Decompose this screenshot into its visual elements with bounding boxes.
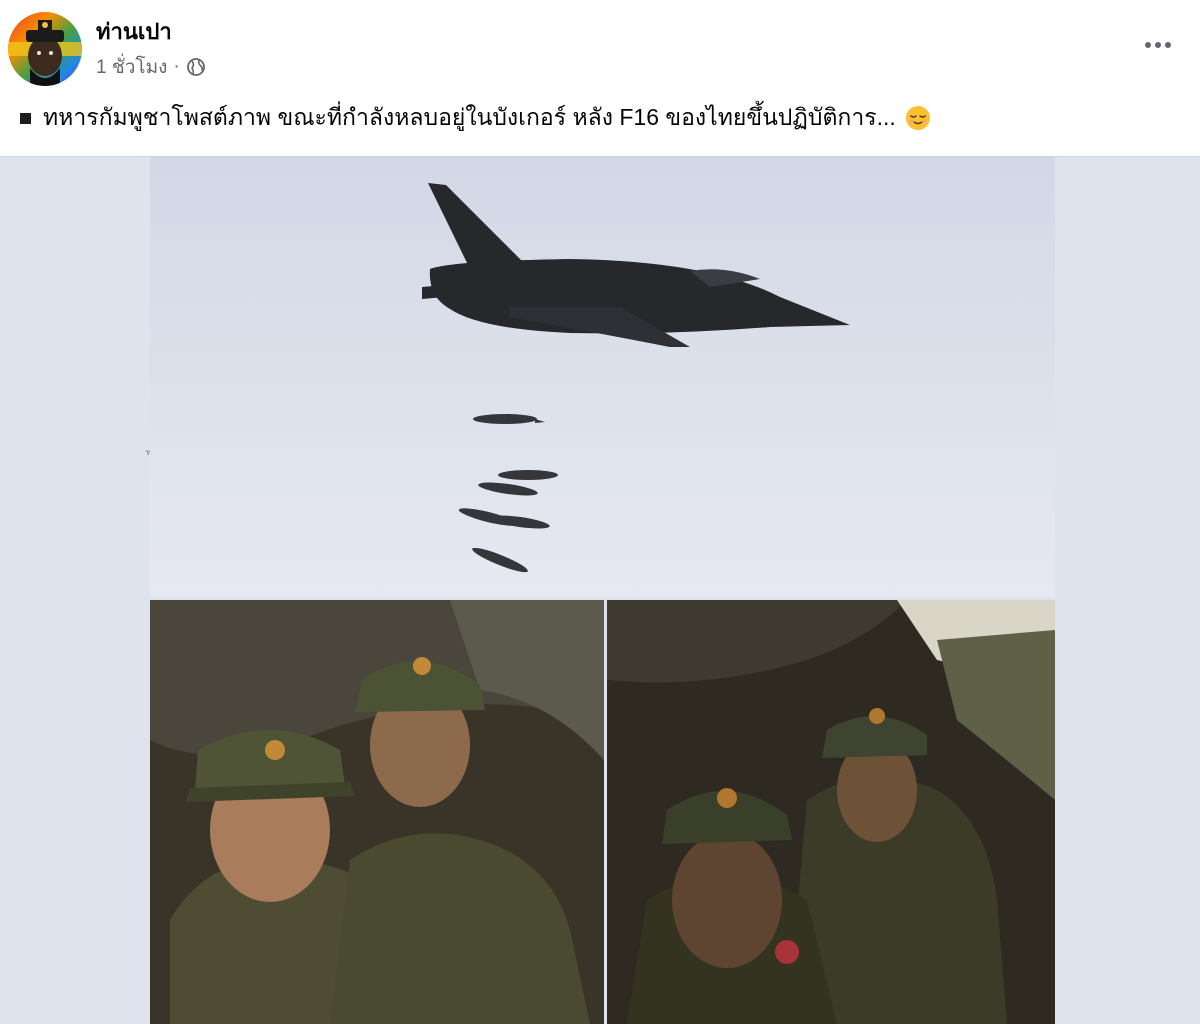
post-time[interactable]: 1 ชั่วโมง: [96, 52, 167, 82]
photo-soldiers-selfie[interactable]: [150, 600, 604, 1024]
caption-text: ทหารกัมพูชาโพสต์ภาพ ขณะที่กำลังหลบอยู่ใน…: [43, 104, 896, 130]
post-header: ท่านเปา 1 ชั่วโมง ·: [0, 0, 1200, 100]
post-caption: ทหารกัมพูชาโพสต์ภาพ ขณะที่กำลังหลบอยู่ใน…: [20, 100, 932, 136]
photo-soldiers-bunker[interactable]: [607, 600, 1055, 1024]
more-options-icon[interactable]: [1138, 30, 1178, 60]
post-media[interactable]: ทหน: [0, 156, 1200, 1024]
relieved-face-emoji: [905, 106, 930, 130]
bullet-icon: [20, 112, 31, 124]
author-name[interactable]: ท่านเปา: [96, 14, 172, 49]
meta-separator: ·: [173, 56, 180, 77]
globe-icon[interactable]: [186, 57, 206, 77]
photo-jet[interactable]: [150, 157, 1055, 597]
author-avatar[interactable]: [8, 12, 82, 86]
post-meta: 1 ชั่วโมง ·: [96, 52, 206, 82]
